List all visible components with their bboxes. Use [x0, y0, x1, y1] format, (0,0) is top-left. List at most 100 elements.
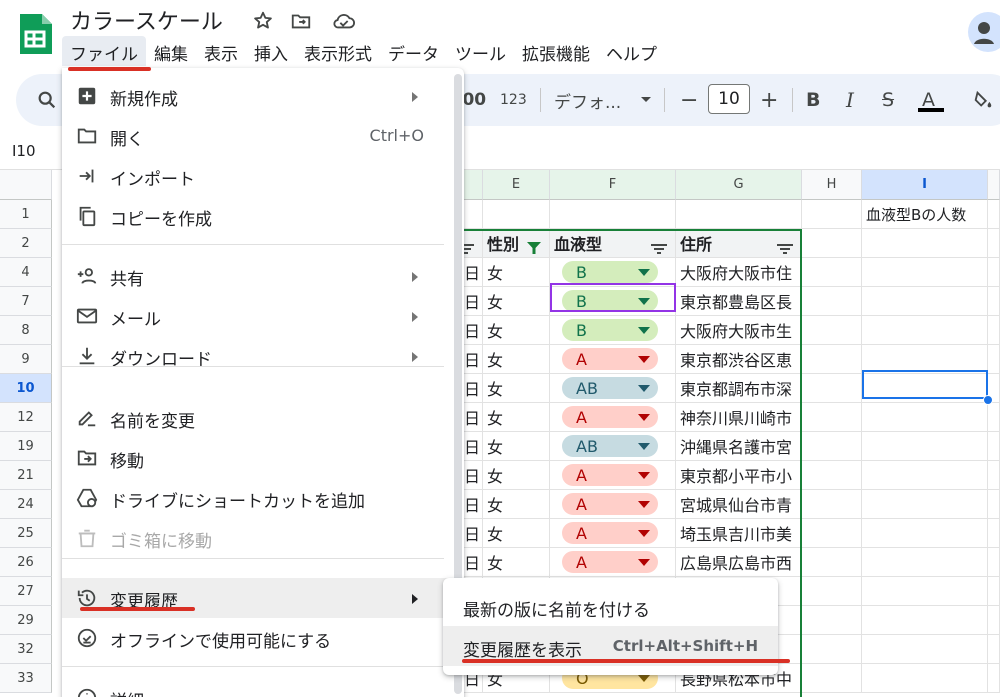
cell-j2[interactable] [988, 229, 1000, 258]
file-menu-item-rename[interactable]: 名前を変更 [62, 398, 454, 438]
increase-font-size-icon[interactable]: + [760, 74, 778, 126]
cell-g19[interactable]: 沖縄県名護市宮 [676, 432, 802, 461]
cell-j24[interactable] [988, 490, 1000, 519]
column-header-f[interactable]: F [550, 170, 676, 200]
row-header-32[interactable]: 32 [0, 635, 52, 664]
cell-g24[interactable]: 宮城県仙台市青 [676, 490, 802, 519]
chip-dropdown-arrow-icon[interactable] [638, 529, 650, 537]
text-color-button[interactable]: A [922, 74, 935, 126]
menu-view[interactable]: 表示 [196, 36, 246, 66]
cell-f25[interactable]: A [550, 519, 676, 548]
file-menu-item-add-drive-shortcut[interactable]: ドライブにショートカットを追加 [62, 478, 454, 518]
menu-insert[interactable]: 挿入 [246, 36, 296, 66]
chip-dropdown-arrow-icon[interactable] [638, 674, 650, 682]
cell-f19[interactable]: AB [550, 432, 676, 461]
select-all-corner[interactable] [0, 170, 52, 200]
cell-j33[interactable] [988, 664, 1000, 693]
cell-h12[interactable] [802, 403, 862, 432]
file-menu-item-details[interactable]: 詳細 [62, 678, 454, 697]
cell-e9[interactable]: 女 [483, 345, 550, 374]
blood-type-chip[interactable]: B [562, 319, 658, 341]
row-header-27[interactable]: 27 [0, 577, 52, 606]
file-menu-item-version-history[interactable]: 変更履歴 [62, 578, 454, 618]
header-cell-g[interactable]: 住所 [676, 229, 802, 258]
cell-g1[interactable] [676, 200, 802, 229]
cell-i33[interactable] [862, 664, 988, 693]
chip-dropdown-arrow-icon[interactable] [638, 471, 650, 479]
cell-j7[interactable] [988, 287, 1000, 316]
cell-f26[interactable]: A [550, 548, 676, 577]
blood-type-chip[interactable]: A [562, 406, 658, 428]
filter-active-icon[interactable] [527, 239, 541, 257]
menu-format[interactable]: 表示形式 [296, 36, 380, 66]
blood-type-chip[interactable]: AB [562, 377, 658, 399]
cell-h32[interactable] [802, 635, 862, 664]
row-header-8[interactable]: 8 [0, 316, 52, 345]
blood-type-chip[interactable]: AB [562, 435, 658, 457]
blood-type-chip[interactable]: B [562, 261, 658, 283]
cell-f8[interactable]: B [550, 316, 676, 345]
font-dropdown-arrow-icon[interactable] [640, 74, 652, 126]
cell-i32[interactable] [862, 635, 988, 664]
menu-tools[interactable]: ツール [447, 36, 514, 66]
cell-h24[interactable] [802, 490, 862, 519]
cell-e8[interactable]: 女 [483, 316, 550, 345]
cell-j27[interactable] [988, 577, 1000, 606]
cell-j4[interactable] [988, 258, 1000, 287]
cell-e12[interactable]: 女 [483, 403, 550, 432]
column-header-i[interactable]: I [862, 170, 988, 200]
cell-j9[interactable] [988, 345, 1000, 374]
account-avatar[interactable] [968, 12, 1000, 52]
cell-f10[interactable]: AB [550, 374, 676, 403]
number-format-button[interactable]: 123 [500, 74, 527, 126]
cell-g10[interactable]: 東京都調布市深 [676, 374, 802, 403]
menu-edit[interactable]: 編集 [146, 36, 196, 66]
header-cell-f[interactable]: 血液型 [550, 229, 676, 258]
cell-f9[interactable]: A [550, 345, 676, 374]
cell-e24[interactable]: 女 [483, 490, 550, 519]
file-menu-item-import[interactable]: インポート [62, 156, 454, 196]
cell-j29[interactable] [988, 606, 1000, 635]
row-header-9[interactable]: 9 [0, 345, 52, 374]
column-header-e[interactable]: E [483, 170, 550, 200]
cell-i21[interactable] [862, 461, 988, 490]
row-header-7[interactable]: 7 [0, 287, 52, 316]
cell-j12[interactable] [988, 403, 1000, 432]
row-header-29[interactable]: 29 [0, 606, 52, 635]
cell-e21[interactable]: 女 [483, 461, 550, 490]
cell-e10[interactable]: 女 [483, 374, 550, 403]
cell-i27[interactable] [862, 577, 988, 606]
chip-dropdown-arrow-icon[interactable] [638, 500, 650, 508]
cell-g4[interactable]: 大阪府大阪市住 [676, 258, 802, 287]
cell-j8[interactable] [988, 316, 1000, 345]
cell-j1[interactable] [988, 200, 1000, 229]
cell-i2[interactable] [862, 229, 988, 258]
row-header-12[interactable]: 12 [0, 403, 52, 432]
blood-type-chip[interactable]: A [562, 522, 658, 544]
file-menu-item-make-offline[interactable]: オフラインで使用可能にする [62, 618, 454, 658]
cell-g9[interactable]: 東京都渋谷区恵 [676, 345, 802, 374]
chip-dropdown-arrow-icon[interactable] [638, 268, 650, 276]
menu-extensions[interactable]: 拡張機能 [514, 36, 598, 66]
cell-h8[interactable] [802, 316, 862, 345]
cell-i29[interactable] [862, 606, 988, 635]
cell-g25[interactable]: 埼玉県吉川市美 [676, 519, 802, 548]
fill-handle[interactable] [983, 395, 993, 405]
blood-type-chip[interactable]: A [562, 493, 658, 515]
fill-color-icon[interactable] [972, 74, 994, 126]
chip-dropdown-arrow-icon[interactable] [638, 442, 650, 450]
cell-e4[interactable]: 女 [483, 258, 550, 287]
cell-i26[interactable] [862, 548, 988, 577]
sheets-logo-icon[interactable] [18, 12, 52, 56]
blood-type-chip[interactable]: A [562, 464, 658, 486]
file-menu-item-move-to-trash[interactable]: ゴミ箱に移動 [62, 518, 454, 558]
cell-j19[interactable] [988, 432, 1000, 461]
file-menu-item-make-copy[interactable]: コピーを作成 [62, 196, 454, 236]
cell-f24[interactable]: A [550, 490, 676, 519]
cell-i24[interactable] [862, 490, 988, 519]
filter-icon[interactable] [777, 239, 793, 257]
cell-h21[interactable] [802, 461, 862, 490]
cell-i7[interactable] [862, 287, 988, 316]
cell-g12[interactable]: 神奈川県川崎市 [676, 403, 802, 432]
row-header-19[interactable]: 19 [0, 432, 52, 461]
